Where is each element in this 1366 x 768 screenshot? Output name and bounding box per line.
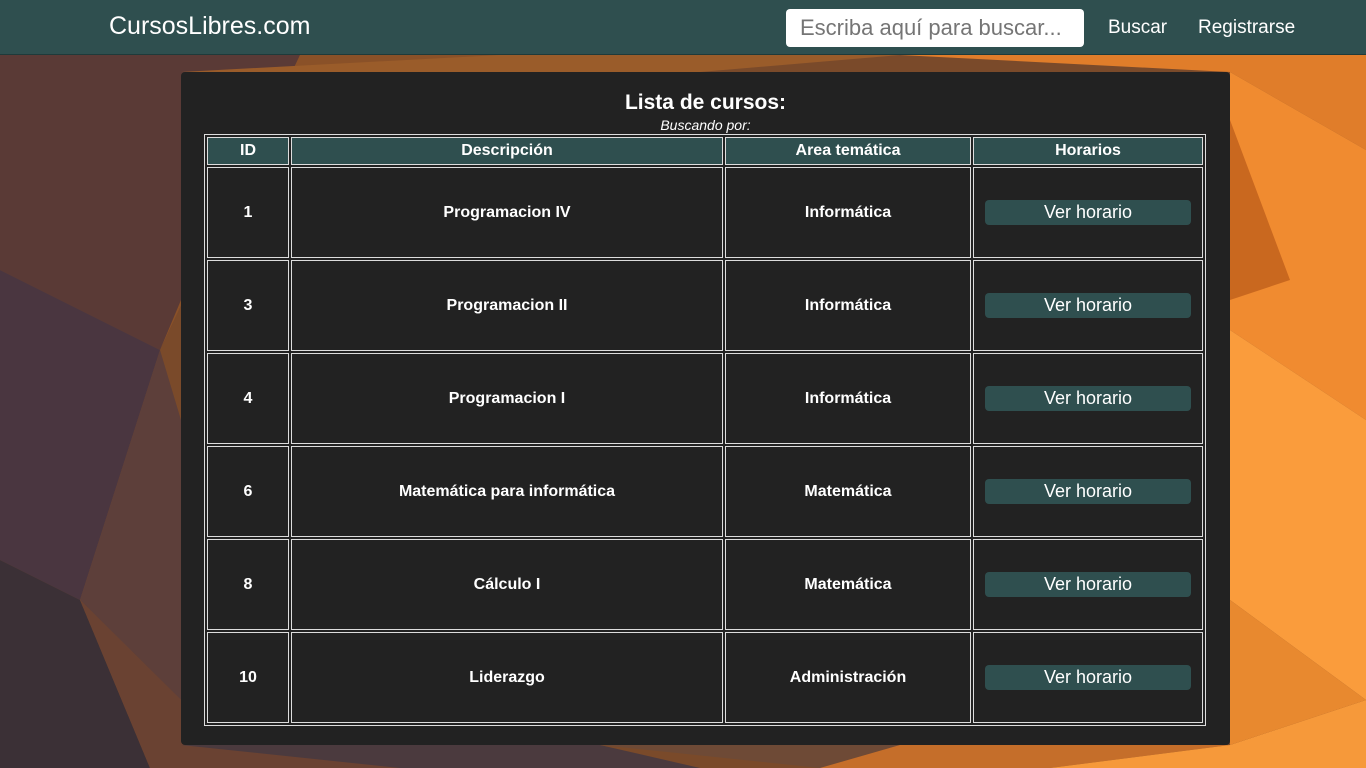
cell-schedule: Ver horario (973, 353, 1203, 444)
view-schedule-button[interactable]: Ver horario (985, 386, 1191, 411)
cell-schedule: Ver horario (973, 260, 1203, 351)
column-header-area: Area temática (725, 137, 971, 165)
cell-id: 10 (207, 632, 289, 723)
view-schedule-button[interactable]: Ver horario (985, 293, 1191, 318)
cell-schedule: Ver horario (973, 539, 1203, 630)
cell-description: Programacion I (291, 353, 723, 444)
table-header-row: ID Descripción Area temática Horarios (207, 137, 1203, 165)
cell-area: Administración (725, 632, 971, 723)
cell-id: 1 (207, 167, 289, 258)
table-row: 6 Matemática para informática Matemática… (207, 446, 1203, 537)
cell-description: Programacion IV (291, 167, 723, 258)
cell-schedule: Ver horario (973, 446, 1203, 537)
view-schedule-button[interactable]: Ver horario (985, 665, 1191, 690)
top-navbar: CursosLibres.com Buscar Registrarse (0, 0, 1366, 55)
courses-table: ID Descripción Area temática Horarios 1 … (204, 134, 1206, 726)
cell-area: Informática (725, 353, 971, 444)
cell-area: Informática (725, 260, 971, 351)
cell-schedule: Ver horario (973, 167, 1203, 258)
cell-id: 6 (207, 446, 289, 537)
view-schedule-button[interactable]: Ver horario (985, 479, 1191, 504)
table-row: 1 Programacion IV Informática Ver horari… (207, 167, 1203, 258)
table-row: 8 Cálculo I Matemática Ver horario (207, 539, 1203, 630)
cell-area: Matemática (725, 446, 971, 537)
table-row: 3 Programacion II Informática Ver horari… (207, 260, 1203, 351)
table-row: 10 Liderazgo Administración Ver horario (207, 632, 1203, 723)
cell-schedule: Ver horario (973, 632, 1203, 723)
table-row: 4 Programacion I Informática Ver horario (207, 353, 1203, 444)
cell-id: 4 (207, 353, 289, 444)
view-schedule-button[interactable]: Ver horario (985, 200, 1191, 225)
cell-area: Matemática (725, 539, 971, 630)
cell-id: 8 (207, 539, 289, 630)
column-header-description: Descripción (291, 137, 723, 165)
cell-description: Programacion II (291, 260, 723, 351)
cell-id: 3 (207, 260, 289, 351)
site-logo-text[interactable]: CursosLibres.com (109, 12, 310, 41)
search-criteria-label: Buscando por: (660, 117, 751, 133)
page-title: Lista de cursos: (624, 91, 787, 114)
view-schedule-button[interactable]: Ver horario (985, 572, 1191, 597)
courses-panel: Lista de cursos: Buscando por: ID Descri… (181, 72, 1230, 745)
cell-description: Liderazgo (291, 632, 723, 723)
cell-description: Matemática para informática (291, 446, 723, 537)
register-link[interactable]: Registrarse (1198, 17, 1295, 39)
column-header-id: ID (207, 137, 289, 165)
search-button[interactable]: Buscar (1108, 17, 1167, 39)
cell-area: Informática (725, 167, 971, 258)
column-header-schedules: Horarios (973, 137, 1203, 165)
cell-description: Cálculo I (291, 539, 723, 630)
search-input[interactable] (786, 9, 1084, 47)
